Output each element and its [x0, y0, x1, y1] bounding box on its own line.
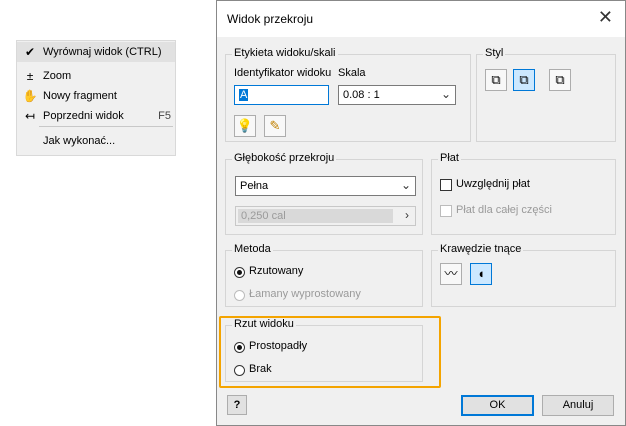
- projection-highlight-frame: [219, 316, 441, 388]
- menu-item-how-to[interactable]: Jak wykonać...: [17, 131, 175, 151]
- group-title: Etykieta widoku/skali: [232, 47, 338, 59]
- check-icon: ✔: [24, 45, 36, 59]
- section-depth-dropdown[interactable]: Pełna ⌄: [235, 176, 416, 196]
- sharp-edge-icon: ◖: [477, 266, 485, 281]
- method-projected-radio[interactable]: [234, 267, 245, 278]
- group-title: Płat: [438, 152, 461, 164]
- edit-label-button[interactable]: ✎: [264, 115, 286, 137]
- menu-item-label: Wyrównaj widok (CTRL): [43, 46, 162, 58]
- style-hidden-lines-button[interactable]: ⧉: [485, 69, 507, 91]
- shaded-icon: ⧉: [555, 72, 565, 87]
- section-distance-field[interactable]: 0,250 cal ›: [235, 206, 416, 226]
- scale-dropdown[interactable]: 0.08 : 1 ⌄: [338, 85, 456, 105]
- slice-group: Płat Uwzględnij płat Płat dla całej częś…: [431, 152, 616, 235]
- style-group: Styl ⧉ ⧉ ⧉: [476, 47, 616, 142]
- chevron-down-icon: ⌄: [440, 87, 451, 101]
- zoom-icon: ±: [26, 69, 34, 83]
- group-title: Metoda: [232, 243, 273, 255]
- menu-item-label: Jak wykonać...: [43, 135, 116, 147]
- chevron-right-icon: ›: [405, 208, 409, 222]
- menu-item-shortcut: F5: [158, 110, 171, 122]
- method-projected-label: Rzutowany: [249, 265, 304, 277]
- menu-separator: [39, 126, 173, 127]
- include-slice-checkbox[interactable]: [440, 179, 452, 191]
- group-title: Styl: [483, 47, 506, 59]
- hand-icon: ✋: [22, 89, 38, 103]
- style-hidden-lines-removed-button[interactable]: ⧉: [513, 69, 535, 91]
- menu-item-label: Zoom: [43, 70, 72, 82]
- chevron-down-icon: ⌄: [400, 178, 411, 192]
- section-depth-group: Głębokość przekroju Pełna ⌄ 0,250 cal ›: [225, 152, 423, 235]
- menu-item-align-view[interactable]: ✔ Wyrównaj widok (CTRL): [17, 42, 175, 62]
- close-icon[interactable]: ✕: [598, 7, 613, 28]
- slice-all-parts-checkbox[interactable]: [440, 205, 452, 217]
- menu-item-new-fragment[interactable]: ✋ Nowy fragment: [17, 86, 175, 106]
- cutting-edge-smooth-button[interactable]: 〰: [440, 263, 462, 285]
- dialog-title: Widok przekroju: [227, 12, 314, 26]
- hidden-lines-removed-icon: ⧉: [519, 72, 529, 87]
- context-menu: ✔ Wyrównaj widok (CTRL) ± Zoom ✋ Nowy fr…: [16, 40, 176, 156]
- method-aligned-radio[interactable]: [234, 290, 245, 301]
- help-button[interactable]: ?: [227, 395, 247, 415]
- menu-item-label: Poprzedni widok: [43, 110, 124, 122]
- include-slice-label: Uwzględnij płat: [456, 178, 530, 190]
- label-group: Etykieta widoku/skali Identyfikator wido…: [225, 47, 471, 142]
- view-id-field[interactable]: A: [234, 85, 329, 105]
- toggle-label-visibility-button[interactable]: 💡: [234, 115, 256, 137]
- menu-item-previous-view[interactable]: ↤ Poprzedni widok F5: [17, 106, 175, 126]
- cutting-edges-group: Krawędzie tnące 〰 ◖: [431, 243, 616, 307]
- view-id-value: A: [239, 89, 249, 101]
- method-aligned-label: Łamany wyprostowany: [249, 288, 361, 300]
- cutting-edge-sharp-button[interactable]: ◖: [470, 263, 492, 285]
- hidden-lines-icon: ⧉: [491, 72, 501, 87]
- scale-value: 0.08 : 1: [343, 89, 380, 101]
- lightbulb-icon: 💡: [236, 118, 254, 133]
- group-title: Głębokość przekroju: [232, 152, 337, 164]
- group-title: Krawędzie tnące: [438, 243, 524, 255]
- method-group: Metoda Rzutowany Łamany wyprostowany: [225, 243, 423, 307]
- previous-view-icon: ↤: [24, 109, 36, 123]
- slice-all-parts-label: Płat dla całej części: [456, 204, 552, 216]
- cancel-button[interactable]: Anuluj: [542, 395, 614, 416]
- menu-item-zoom[interactable]: ± Zoom: [17, 66, 175, 86]
- section-depth-value: Pełna: [240, 180, 269, 192]
- title-bar: Widok przekroju ✕: [217, 1, 625, 37]
- help-icon: ?: [233, 399, 241, 411]
- scale-label: Skala: [338, 67, 366, 79]
- ok-button[interactable]: OK: [461, 395, 534, 416]
- pencil-icon: ✎: [269, 118, 281, 133]
- style-shaded-button[interactable]: ⧉: [549, 69, 571, 91]
- menu-item-label: Nowy fragment: [43, 90, 117, 102]
- section-distance-value: 0,250 cal: [238, 209, 393, 223]
- smooth-edge-icon: 〰: [444, 266, 458, 281]
- view-id-label: Identyfikator widoku: [234, 67, 332, 79]
